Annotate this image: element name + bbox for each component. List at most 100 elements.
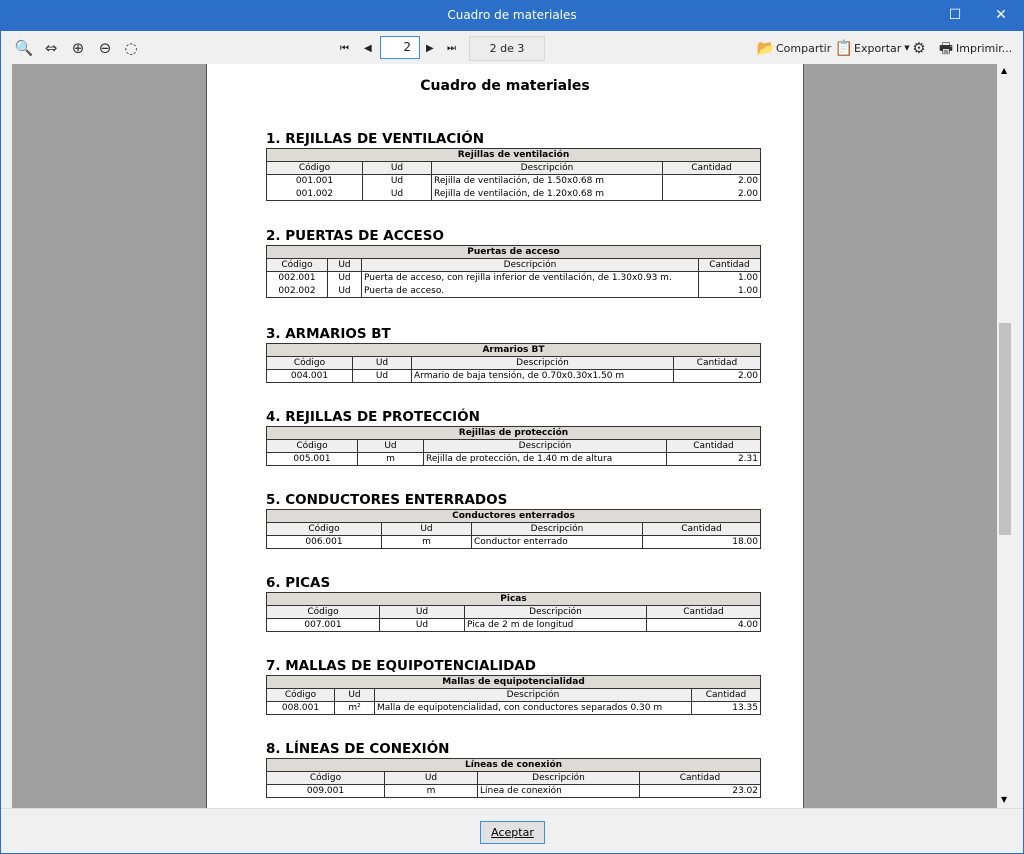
section-heading: 4. REJILLAS DE PROTECCIÓN xyxy=(266,409,480,425)
zoom-page-button[interactable]: 🔍 xyxy=(14,37,34,59)
first-page-button[interactable]: ⏮ xyxy=(340,37,349,59)
table-cell: Ud xyxy=(327,284,362,298)
zoom-out-icon: ⊖ xyxy=(98,39,112,57)
table-title: Picas xyxy=(266,592,761,606)
export-icon: 📋 xyxy=(834,39,854,57)
table-cell: Ud xyxy=(352,369,412,383)
column-header: Código xyxy=(266,522,382,536)
column-header: Código xyxy=(266,161,363,175)
column-header: Ud xyxy=(384,771,478,785)
table-row: 004.001 Ud Armario de baja tensión, de 0.7… xyxy=(266,369,761,383)
table-row: 001.001 Ud Rejilla de ventilación, de 1.50… xyxy=(266,174,761,188)
dialog-footer: Aceptar xyxy=(1,808,1023,853)
print-button[interactable]: 🖶 Imprimir... xyxy=(936,37,1012,59)
export-button[interactable]: 📋 Exportar ▼ xyxy=(834,37,910,59)
column-header: Descripción xyxy=(374,688,692,702)
column-header: Cantidad xyxy=(666,439,761,453)
table-cell: Ud xyxy=(362,174,432,188)
table-cell: Conductor enterrado xyxy=(471,535,643,549)
zoom-page-icon: 🔍 xyxy=(14,39,34,57)
section-heading: 3. ARMARIOS BT xyxy=(266,326,391,342)
share-label: Compartir xyxy=(776,41,832,55)
table-title: Líneas de conexión xyxy=(266,758,761,772)
table-cell: Rejilla de ventilación, de 1.50x0.68 m xyxy=(431,174,663,188)
prev-page-icon: ◀ xyxy=(364,42,372,54)
table-cell: 1.00 xyxy=(698,284,761,298)
table-cell: 2.00 xyxy=(662,174,761,188)
fit-width-icon: ⇔ xyxy=(44,39,58,57)
table-row: 002.001 Ud Puerta de acceso, con rejilla i… xyxy=(266,271,761,285)
scrollbar-thumb[interactable] xyxy=(999,323,1011,535)
table-cell: Puerta de acceso. xyxy=(361,284,699,298)
column-header: Código xyxy=(266,439,358,453)
materials-table: Líneas de conexión Código Ud Descripción Can… xyxy=(266,758,761,798)
table-cell: 006.001 xyxy=(266,535,382,549)
column-header: Ud xyxy=(327,258,362,272)
title-bar: Cuadro de materiales ☐ ✕ xyxy=(0,0,1024,31)
column-header: Código xyxy=(266,258,328,272)
table-title: Mallas de equipotencialidad xyxy=(266,675,761,689)
column-header: Ud xyxy=(379,605,465,619)
close-button[interactable]: ✕ xyxy=(978,0,1024,31)
column-header: Cantidad xyxy=(642,522,761,536)
share-folder-icon: 📂 xyxy=(756,39,776,57)
table-cell: Ud xyxy=(362,187,432,201)
column-header: Descripción xyxy=(411,356,674,370)
column-header: Ud xyxy=(334,688,375,702)
table-cell: Línea de conexión xyxy=(477,784,640,798)
materials-table: Rejillas de ventilación Código Ud Descripci… xyxy=(266,148,761,201)
table-title: Rejillas de protección xyxy=(266,426,761,440)
column-header: Descripción xyxy=(471,522,643,536)
column-header: Código xyxy=(266,771,385,785)
materials-table: Puertas de acceso Código Ud Descripción Cant… xyxy=(266,245,761,298)
table-cell: Pica de 2 m de longitud xyxy=(464,618,647,632)
table-cell: 4.00 xyxy=(646,618,761,632)
scroll-up-icon[interactable]: ▲ xyxy=(1001,66,1007,75)
page-count: 2 de 3 xyxy=(469,36,545,61)
table-cell: Rejilla de ventilación, de 1.20x0.68 m xyxy=(431,187,663,201)
zoom-actual-button[interactable]: ◌ xyxy=(121,37,141,59)
table-row: 005.001 m Rejilla de protección, de 1.40 m… xyxy=(266,452,761,466)
share-button[interactable]: 📂 Compartir xyxy=(756,37,832,59)
column-header: Cantidad xyxy=(673,356,761,370)
table-cell: m² xyxy=(334,701,375,715)
last-page-button[interactable]: ⏭ xyxy=(447,37,456,59)
section-heading: 6. PICAS xyxy=(266,575,331,591)
prev-page-button[interactable]: ◀ xyxy=(364,37,372,59)
table-title: Conductores enterrados xyxy=(266,509,761,523)
printer-icon: 🖶 xyxy=(938,39,954,57)
first-page-icon: ⏮ xyxy=(340,42,349,54)
vertical-scrollbar[interactable]: ▲ ▼ xyxy=(997,64,1013,808)
zoom-actual-icon: ◌ xyxy=(124,39,138,57)
gear-icon: ⚙ xyxy=(912,39,926,57)
fit-width-button[interactable]: ⇔ xyxy=(41,37,61,59)
section-heading: 1. REJILLAS DE VENTILACIÓN xyxy=(266,131,485,147)
column-header: Descripción xyxy=(361,258,699,272)
table-cell: m xyxy=(357,452,424,466)
column-header: Descripción xyxy=(423,439,667,453)
table-cell: 18.00 xyxy=(642,535,761,549)
page-number-input[interactable]: 2 xyxy=(380,36,420,59)
table-row: 009.001 m Línea de conexión 23.02 xyxy=(266,784,761,798)
settings-button[interactable]: ⚙ xyxy=(909,37,929,59)
maximize-button[interactable]: ☐ xyxy=(932,0,978,31)
print-label: Imprimir... xyxy=(956,41,1013,55)
column-header: Cantidad xyxy=(691,688,761,702)
table-cell: Malla de equipotencialidad, con conducto… xyxy=(374,701,692,715)
next-page-button[interactable]: ▶ xyxy=(426,37,434,59)
zoom-out-button[interactable]: ⊖ xyxy=(95,37,115,59)
accept-button[interactable]: Aceptar xyxy=(480,821,545,844)
zoom-in-button[interactable]: ⊕ xyxy=(68,37,88,59)
column-header: Descripción xyxy=(477,771,640,785)
column-header: Ud xyxy=(381,522,472,536)
table-cell: 23.02 xyxy=(639,784,761,798)
document-page: Cuadro de materiales 1. REJILLAS DE VENT… xyxy=(206,64,804,808)
column-header: Descripción xyxy=(431,161,663,175)
column-header: Cantidad xyxy=(646,605,761,619)
column-header: Código xyxy=(266,688,335,702)
next-page-icon: ▶ xyxy=(426,42,434,54)
scroll-down-icon[interactable]: ▼ xyxy=(1001,795,1007,804)
table-row: 007.001 Ud Pica de 2 m de longitud 4.00 xyxy=(266,618,761,632)
table-cell: 004.001 xyxy=(266,369,353,383)
document-title: Cuadro de materiales xyxy=(420,78,590,94)
